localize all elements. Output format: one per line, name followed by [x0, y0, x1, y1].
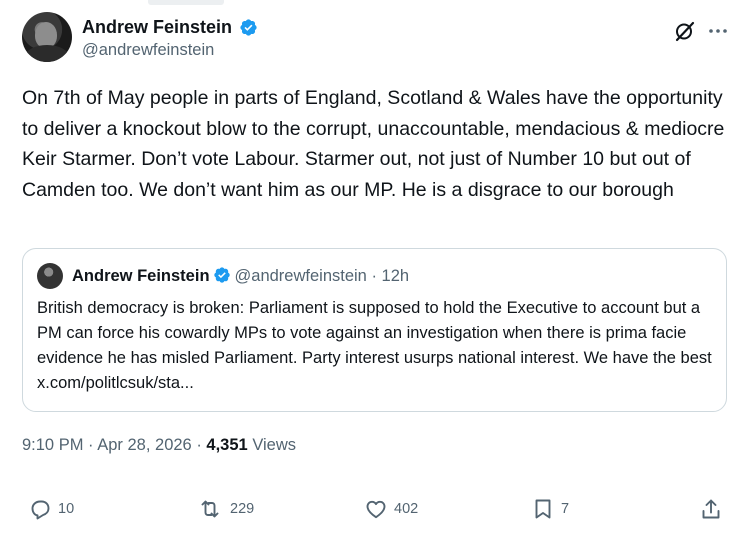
- top-scroll-strip: [0, 0, 747, 6]
- views-count: 4,351: [206, 436, 248, 454]
- scroll-indicator: [148, 0, 224, 5]
- tweet-date[interactable]: Apr 28, 2026: [97, 436, 192, 454]
- quoted-avatar: [37, 263, 63, 289]
- author-block: Andrew Feinstein @andrewfeinstein: [82, 16, 258, 60]
- avatar[interactable]: [22, 12, 72, 62]
- reply-count: 10: [58, 501, 75, 517]
- avatar-body: [25, 45, 69, 62]
- author-handle[interactable]: @andrewfeinstein: [82, 41, 258, 60]
- repost-button[interactable]: 229: [196, 492, 254, 526]
- verified-badge-icon: [213, 267, 230, 283]
- meta-separator: ·: [196, 436, 202, 454]
- reply-button[interactable]: 10: [28, 492, 74, 526]
- verified-badge-icon: [240, 18, 258, 36]
- tweet-time[interactable]: 9:10 PM: [22, 436, 83, 454]
- quoted-separator: ·: [371, 267, 377, 285]
- like-icon: [366, 500, 386, 519]
- tweet-text: On 7th of May people in parts of England…: [22, 87, 725, 201]
- repost-icon: [201, 500, 219, 518]
- quoted-display-name: Andrew Feinstein: [72, 267, 210, 285]
- meta-separator: ·: [88, 436, 94, 454]
- action-bar: 10 229 402 7: [0, 492, 747, 526]
- grok-icon[interactable]: [673, 19, 697, 43]
- reply-icon: [31, 500, 50, 520]
- share-button[interactable]: [699, 492, 723, 526]
- bookmark-icon: [535, 499, 551, 519]
- bookmark-count: 7: [561, 501, 570, 517]
- views-label: Views: [252, 436, 297, 454]
- like-count: 402: [394, 501, 419, 517]
- bookmark-button[interactable]: 7: [531, 492, 569, 526]
- author-display-name[interactable]: Andrew Feinstein: [82, 16, 232, 38]
- more-icon[interactable]: [706, 19, 730, 43]
- repost-count: 229: [230, 501, 255, 517]
- quoted-handle: @andrewfeinstein: [234, 267, 367, 285]
- tweet-meta-row: 9:10 PM · Apr 28, 2026 · 4,351 Views: [22, 434, 296, 456]
- quoted-tweet-text: British democracy is broken: Parliament …: [37, 299, 712, 392]
- quoted-tweet-card[interactable]: Andrew Feinstein @andrewfeinstein · 12h …: [22, 248, 727, 412]
- quoted-age: 12h: [381, 267, 410, 285]
- share-icon: [702, 499, 720, 519]
- quoted-author-line: Andrew Feinstein @andrewfeinstein · 12h: [72, 265, 409, 287]
- like-button[interactable]: 402: [364, 492, 418, 526]
- tweet-header: Andrew Feinstein @andrewfeinstein: [22, 12, 732, 66]
